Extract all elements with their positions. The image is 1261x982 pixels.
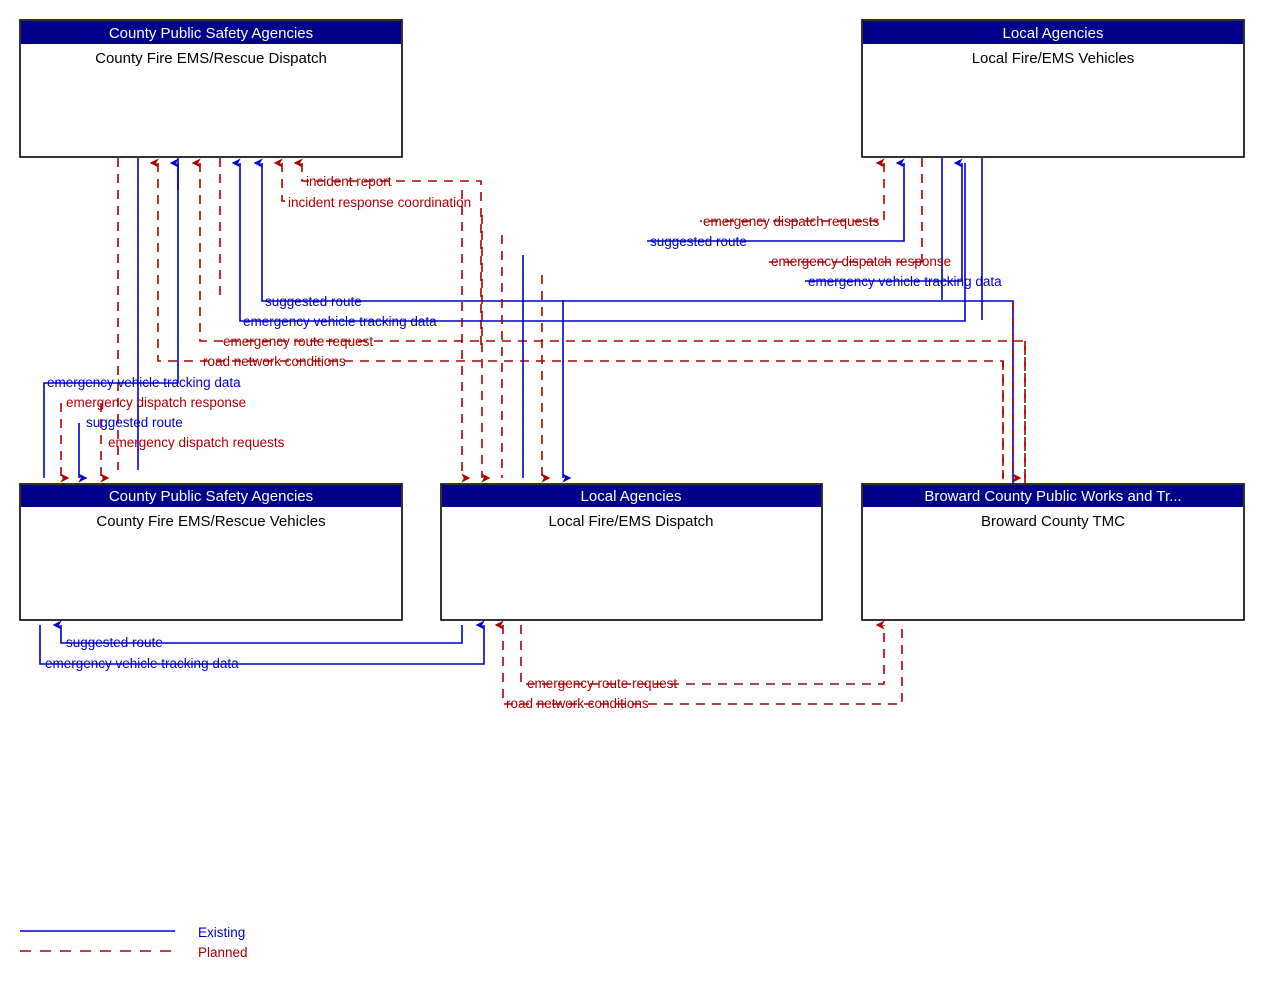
architecture-diagram: incident report incident response coordi…: [19, 19, 1245, 960]
legend-existing-label: Existing: [198, 925, 245, 940]
label-emergency-vehicle-tracking-data-a: emergency vehicle tracking data: [808, 274, 1002, 289]
label-emergency-vehicle-tracking-data-b: emergency vehicle tracking data: [243, 314, 437, 329]
node-county-fire-ems-rescue-vehicles[interactable]: County Public Safety Agencies County Fir…: [19, 483, 403, 621]
flow-road-network-conditions-b: [494, 620, 903, 705]
label-emergency-vehicle-tracking-data-c: emergency vehicle tracking data: [47, 375, 241, 390]
label-suggested-route-c: suggested route: [86, 415, 183, 430]
node-county-fire-ems-rescue-dispatch[interactable]: County Public Safety Agencies County Fir…: [19, 19, 403, 158]
label-road-network-conditions-a: road network conditions: [203, 354, 346, 369]
node-stakeholder-label: County Public Safety Agencies: [109, 25, 313, 42]
label-emergency-route-request-b: emergency route request: [527, 676, 677, 691]
label-emergency-route-request-a: emergency route request: [223, 334, 373, 349]
node-stakeholder-label: Local Agencies: [581, 488, 682, 505]
node-stakeholder-label: County Public Safety Agencies: [109, 488, 313, 505]
node-element-label: Local Fire/EMS Dispatch: [548, 513, 713, 530]
flow-evtd-from-bottom-left: [43, 158, 179, 478]
flow-into-broward-tmc: [1002, 301, 1026, 483]
label-suggested-route-a: suggested route: [650, 234, 747, 249]
node-local-fire-ems-dispatch[interactable]: Local Agencies Local Fire/EMS Dispatch: [440, 483, 823, 621]
label-road-network-conditions-b: road network conditions: [506, 696, 649, 711]
node-local-fire-ems-vehicles[interactable]: Local Agencies Local Fire/EMS Vehicles: [861, 19, 1245, 158]
label-suggested-route-d: suggested route: [66, 635, 163, 650]
node-element-label: County Fire EMS/Rescue Vehicles: [96, 513, 325, 530]
flow-emergency-dispatch-requests-a: [700, 158, 885, 222]
legend: Existing Planned: [20, 925, 248, 960]
label-emergency-dispatch-requests-a: emergency dispatch requests: [703, 214, 880, 229]
boxes-layer: County Public Safety Agencies County Fir…: [19, 19, 1245, 621]
connection-lines: [39, 158, 1026, 705]
node-element-label: Local Fire/EMS Vehicles: [972, 50, 1135, 67]
node-stakeholder-label: Broward County Public Works and Tr...: [924, 488, 1181, 505]
node-element-label: County Fire EMS/Rescue Dispatch: [95, 50, 327, 67]
label-emergency-dispatch-response-b: emergency dispatch response: [66, 395, 246, 410]
flow-into-local-fire-ems-dispatch: [461, 190, 572, 483]
label-emergency-dispatch-response-a: emergency dispatch response: [771, 254, 951, 269]
legend-planned-label: Planned: [198, 945, 248, 960]
node-element-label: Broward County TMC: [981, 513, 1125, 530]
flow-suggested-route-a: [647, 158, 905, 242]
label-suggested-route-b: suggested route: [265, 294, 362, 309]
label-emergency-vehicle-tracking-data-d: emergency vehicle tracking data: [45, 656, 239, 671]
label-incident-response-coordination: incident response coordination: [288, 195, 471, 210]
flow-incident-response-coordination: [273, 158, 286, 202]
node-broward-county-tmc[interactable]: Broward County Public Works and Tr... Br…: [861, 483, 1245, 621]
node-stakeholder-label: Local Agencies: [1003, 25, 1104, 42]
label-emergency-dispatch-requests-b: emergency dispatch requests: [108, 435, 285, 450]
label-incident-report: incident report: [306, 174, 392, 189]
